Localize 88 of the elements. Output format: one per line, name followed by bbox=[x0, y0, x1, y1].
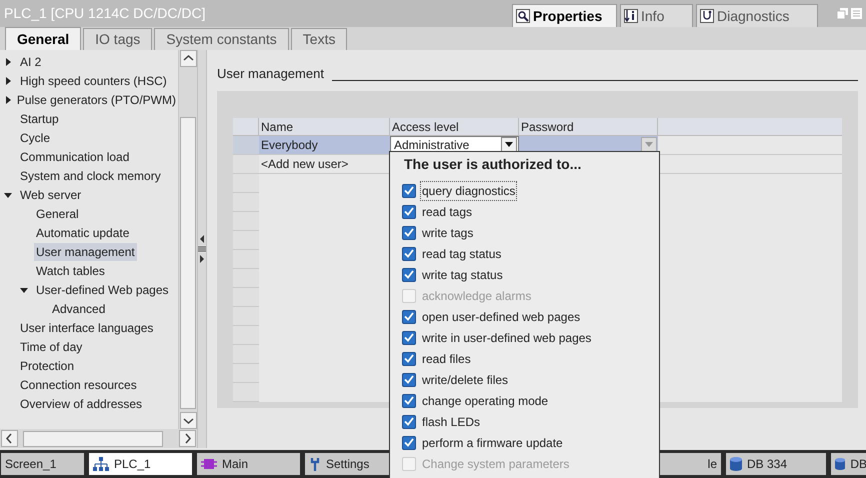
scroll-left-icon[interactable] bbox=[1, 430, 18, 447]
checkbox-label[interactable]: flash LEDs bbox=[420, 412, 482, 432]
collapsed-arrow-icon[interactable] bbox=[4, 58, 12, 66]
block-icon bbox=[201, 458, 217, 470]
checkbox[interactable] bbox=[402, 268, 416, 282]
scroll-down-icon[interactable] bbox=[180, 412, 196, 429]
horizontal-scrollbar[interactable] bbox=[0, 429, 197, 448]
checkbox-label[interactable]: query diagnostics bbox=[420, 180, 518, 200]
checkbox[interactable] bbox=[402, 436, 416, 450]
tree-item[interactable]: Pulse generators (PTO/PWM) bbox=[14, 90, 178, 108]
section-title: User management bbox=[217, 65, 324, 83]
checkbox[interactable] bbox=[402, 394, 416, 408]
checkbox-label[interactable]: write/delete files bbox=[420, 370, 510, 390]
checkbox[interactable] bbox=[402, 184, 416, 198]
tree-item[interactable]: High speed counters (HSC) bbox=[18, 72, 169, 90]
tree-item[interactable]: AI 2 bbox=[18, 52, 44, 70]
tab[interactable]: System constants bbox=[154, 28, 289, 50]
tree-item[interactable]: Watch tables bbox=[34, 262, 107, 280]
checkbox[interactable] bbox=[402, 310, 416, 324]
database-icon bbox=[730, 457, 742, 471]
scroll-right-icon[interactable] bbox=[179, 430, 196, 447]
taskbar-item[interactable]: Screen_1 bbox=[1, 453, 84, 475]
checkbox-label[interactable]: change operating mode bbox=[420, 390, 550, 410]
scroll-up-icon[interactable] bbox=[180, 50, 196, 67]
taskbar-item[interactable]: DB bbox=[831, 453, 866, 475]
checkbox[interactable] bbox=[402, 204, 416, 218]
column-header[interactable]: Password bbox=[519, 118, 658, 134]
column-header[interactable]: Name bbox=[259, 118, 390, 134]
tree-item[interactable]: User interface languages bbox=[18, 318, 156, 336]
taskbar-item[interactable]: PLC_1 bbox=[89, 453, 192, 475]
tree-item[interactable]: Automatic update bbox=[34, 224, 132, 242]
caret-icon[interactable] bbox=[505, 142, 513, 147]
collapsed-arrow-icon[interactable] bbox=[4, 96, 12, 104]
tree-item[interactable]: Connection resources bbox=[18, 376, 139, 394]
checkbox-label[interactable]: write in user-defined web pages bbox=[420, 328, 594, 348]
tree-item[interactable]: Cycle bbox=[18, 128, 52, 146]
checkbox[interactable] bbox=[402, 414, 416, 428]
checkbox[interactable] bbox=[402, 246, 416, 260]
checkbox[interactable] bbox=[402, 352, 416, 366]
checkbox-label[interactable]: write tags bbox=[420, 222, 476, 242]
table-cell[interactable]: <Add new user> bbox=[259, 154, 390, 172]
inspector-tab[interactable]: Info bbox=[620, 4, 693, 27]
scroll-thumb[interactable] bbox=[23, 430, 163, 446]
checkbox-label[interactable]: open user-defined web pages bbox=[420, 306, 582, 326]
tree-item[interactable]: General bbox=[34, 204, 81, 222]
expand-right-icon[interactable] bbox=[199, 255, 205, 263]
stethoscope-icon bbox=[700, 9, 714, 23]
magnifier-icon bbox=[516, 9, 530, 23]
tab[interactable]: Texts bbox=[290, 28, 348, 50]
column-header[interactable]: Access level bbox=[390, 118, 519, 134]
taskbar-item[interactable]: Main bbox=[197, 453, 300, 475]
checkbox[interactable] bbox=[402, 372, 416, 386]
tree-item[interactable]: Protection bbox=[18, 356, 76, 374]
tab[interactable]: General bbox=[5, 27, 82, 50]
tree-item[interactable]: User-defined Web pages bbox=[34, 280, 171, 298]
scroll-thumb[interactable] bbox=[180, 117, 196, 409]
collapsed-arrow-icon[interactable] bbox=[4, 76, 12, 84]
inspector-tab[interactable]: Diagnostics bbox=[696, 4, 818, 27]
tree-item[interactable]: Communication load bbox=[18, 148, 132, 166]
taskbar-item[interactable]: DB 334 bbox=[726, 453, 826, 475]
table-cell[interactable]: Everybody bbox=[259, 136, 390, 154]
tab[interactable]: IO tags bbox=[83, 28, 152, 50]
network-icon bbox=[93, 457, 109, 471]
checkbox-label[interactable]: read tag status bbox=[420, 244, 504, 264]
tree-item[interactable]: Web server bbox=[18, 186, 84, 204]
tree-item[interactable]: User management bbox=[34, 242, 137, 260]
tree-item[interactable]: System and clock memory bbox=[18, 166, 163, 184]
grip-icon[interactable] bbox=[198, 245, 206, 253]
checkbox-label[interactable]: read tags bbox=[420, 202, 474, 222]
tree-item[interactable]: Advanced bbox=[50, 300, 108, 318]
tree-item[interactable]: Overview of addresses bbox=[18, 394, 144, 412]
wrench-icon bbox=[309, 457, 321, 471]
inspector-tab[interactable]: Properties bbox=[512, 4, 617, 27]
popup-title: The user is authorized to... bbox=[403, 155, 582, 174]
window-title: PLC_1 [CPU 1214C DC/DC/DC] bbox=[4, 4, 206, 23]
checkbox-label[interactable]: perform a firmware update bbox=[420, 432, 565, 452]
expanded-arrow-icon[interactable] bbox=[4, 190, 12, 198]
tree-item[interactable]: Startup bbox=[18, 110, 61, 128]
checkbox-label[interactable]: write tag status bbox=[420, 264, 505, 284]
checkbox[interactable] bbox=[402, 330, 416, 344]
database-icon bbox=[835, 457, 846, 471]
checkbox-label[interactable]: read files bbox=[420, 348, 473, 368]
info-icon bbox=[624, 9, 638, 23]
checkbox[interactable] bbox=[402, 226, 416, 240]
vertical-scrollbar[interactable] bbox=[178, 50, 197, 429]
collapse-left-icon[interactable] bbox=[199, 235, 205, 243]
expanded-arrow-icon[interactable] bbox=[20, 286, 28, 294]
tree-item[interactable]: Time of day bbox=[18, 338, 84, 356]
